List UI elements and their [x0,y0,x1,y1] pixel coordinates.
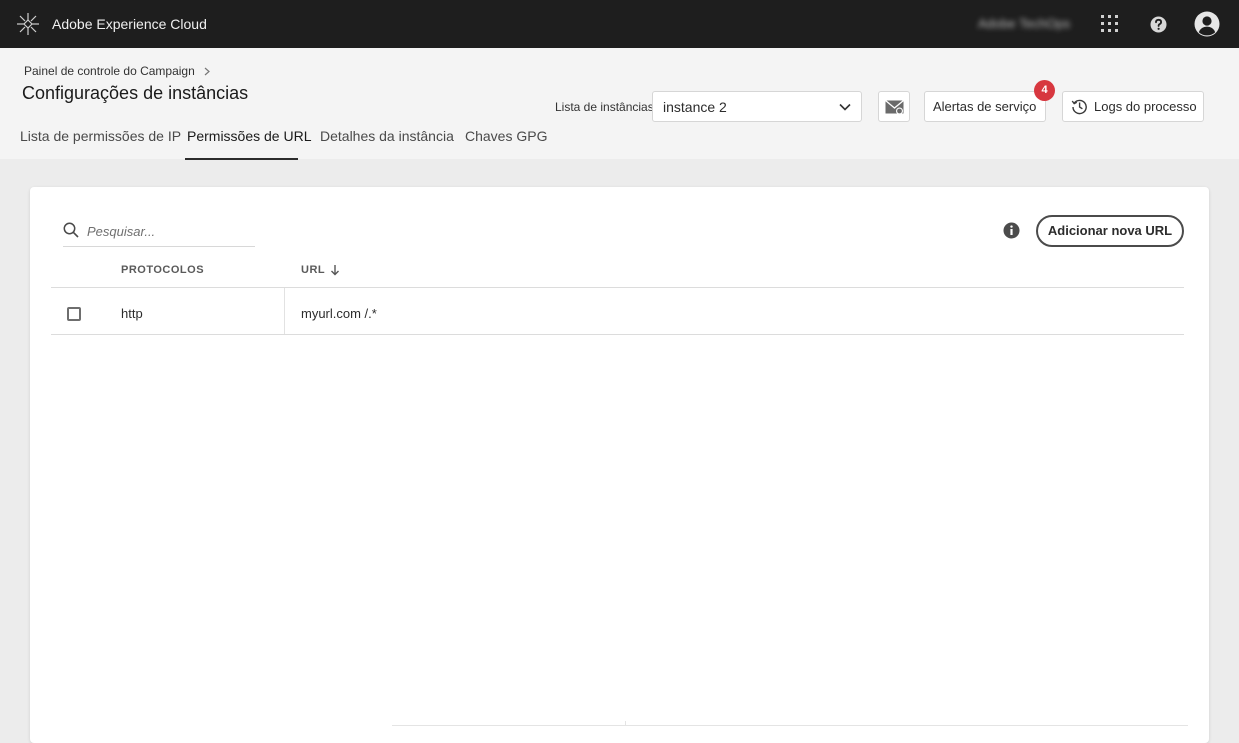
column-divider [284,288,285,334]
cell-protocol: http [121,306,143,321]
add-new-url-label: Adicionar nova URL [1047,223,1173,238]
breadcrumb: Painel de controle do Campaign [24,64,211,78]
table-header-divider [51,287,1184,288]
row-checkbox[interactable] [67,307,81,321]
org-name[interactable]: Adobe TechOps [978,16,1070,31]
service-alerts-button[interactable]: Alertas de serviço [924,91,1046,122]
alerts-count-badge: 4 [1034,80,1055,101]
tab-url-permissions[interactable]: Permissões de URL [187,128,312,144]
app-title[interactable]: Adobe Experience Cloud [52,16,207,32]
apps-grid-icon[interactable] [1101,15,1119,33]
help-icon[interactable] [1150,16,1167,33]
url-permissions-card [30,187,1209,743]
chevron-down-icon [839,103,851,111]
chevron-right-icon [204,67,210,75]
column-header-protocols[interactable]: PROTOCOLOS [121,264,204,276]
tab-ip-allowlist[interactable]: Lista de permissões de IP [20,128,181,144]
instance-select-value: instance 2 [663,99,727,115]
search-icon [63,222,79,238]
column-header-url[interactable]: URL [301,264,325,276]
row-divider [51,334,1184,335]
active-tab-indicator [185,158,298,160]
top-bar: Adobe Experience Cloud Adobe TechOps [0,0,1239,48]
page-title: Configurações de instâncias [22,83,249,103]
info-icon[interactable] [1003,222,1020,239]
bottom-divider-tick [625,721,626,726]
tab-instance-details[interactable]: Detalhes da instância [320,128,454,144]
search-field [63,216,255,247]
process-logs-button[interactable]: Logs do processo [1062,91,1204,122]
process-logs-label: Logs do processo [1094,99,1197,114]
tab-gpg-keys[interactable]: Chaves GPG [465,128,547,144]
search-input[interactable] [87,220,251,242]
notifications-button[interactable] [878,91,910,122]
profile-icon[interactable] [1194,11,1220,37]
service-alerts-label: Alertas de serviço [933,99,1037,114]
add-new-url-button[interactable]: Adicionar nova URL [1036,215,1184,247]
bottom-divider [392,725,1188,726]
sort-descending-icon[interactable] [330,264,340,276]
cell-url: myurl.com /.* [301,306,377,321]
mail-alert-icon [885,100,904,115]
instance-list-label: Lista de instâncias [555,100,654,114]
adobe-logo-icon[interactable] [16,12,40,36]
breadcrumb-link[interactable]: Painel de controle do Campaign [24,64,195,78]
instance-select[interactable]: instance 2 [652,91,862,122]
history-clock-icon [1071,99,1087,115]
page-header: Painel de controle do Campaign Configura… [0,48,1239,159]
